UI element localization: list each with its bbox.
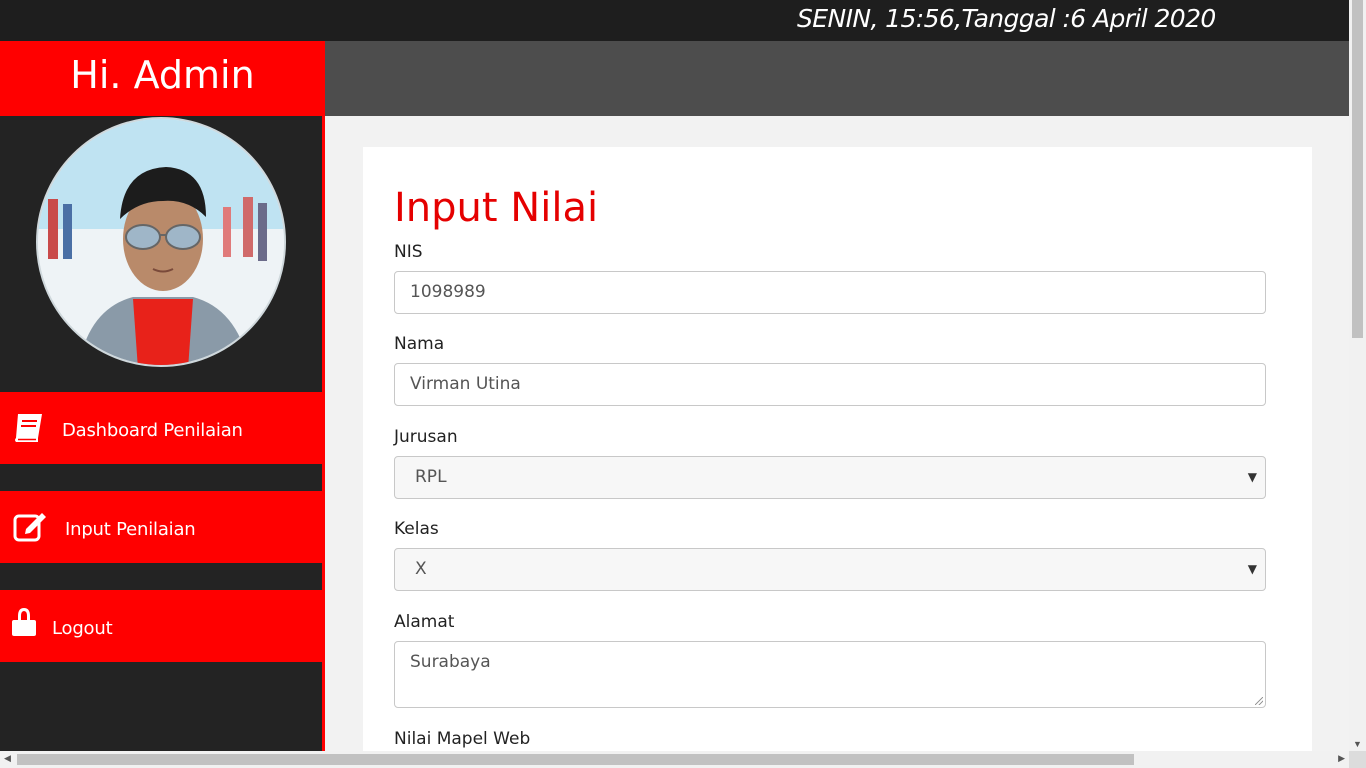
nav-input-penilaian[interactable]: Input Penilaian [0, 491, 322, 563]
chevron-down-icon: ▼ [1247, 470, 1257, 484]
avatar [36, 117, 286, 367]
vertical-scrollbar[interactable]: ▼ [1349, 0, 1366, 751]
alamat-textarea[interactable]: Surabaya [394, 641, 1266, 708]
datetime-display: SENIN, 15:56,Tanggal :6 April 2020 [797, 4, 1216, 33]
sidebar-divider [322, 116, 325, 751]
book-icon [12, 410, 48, 446]
nav-dashboard-label: Dashboard Penilaian [62, 420, 243, 441]
greeting-heading: Hi. Admin [0, 41, 325, 116]
form-card: Input Nilai NIS 1098989 Nama Virman Utin… [363, 147, 1312, 767]
scrollbar-corner [1349, 751, 1366, 768]
lock-icon [12, 608, 48, 644]
kelas-selected-value: X [415, 559, 427, 579]
edit-icon [12, 509, 48, 545]
nis-field[interactable]: 1098989 [394, 271, 1266, 314]
kelas-select[interactable]: X ▼ [394, 548, 1266, 591]
horizontal-scroll-thumb[interactable] [17, 754, 1134, 765]
nav-input-label: Input Penilaian [65, 519, 196, 540]
top-bar: SENIN, 15:56,Tanggal :6 April 2020 [0, 0, 1349, 41]
sidebar: Hi. Admin Dashboard Penilaian Input Peni… [0, 41, 325, 751]
jurusan-selected-value: RPL [415, 467, 447, 487]
jurusan-select[interactable]: RPL ▼ [394, 456, 1266, 499]
nis-label: NIS [394, 242, 423, 262]
jurusan-label: Jurusan [394, 427, 458, 447]
chevron-down-icon: ▼ [1247, 562, 1257, 576]
nav-logout[interactable]: Logout [0, 590, 322, 662]
nav-logout-label: Logout [52, 618, 113, 639]
scroll-right-icon[interactable]: ▶ [1338, 753, 1345, 764]
horizontal-scrollbar[interactable]: ◀ ▶ [0, 751, 1349, 768]
nav-dashboard-penilaian[interactable]: Dashboard Penilaian [0, 392, 322, 464]
header-bar [325, 41, 1349, 116]
scroll-left-icon[interactable]: ◀ [4, 753, 11, 764]
alamat-label: Alamat [394, 612, 455, 632]
alamat-value: Surabaya [410, 652, 491, 672]
page-title: Input Nilai [394, 185, 599, 231]
kelas-label: Kelas [394, 519, 439, 539]
nama-label: Nama [394, 334, 445, 354]
nama-field[interactable]: Virman Utina [394, 363, 1266, 406]
resize-handle[interactable] [1255, 697, 1263, 705]
nilai-web-label: Nilai Mapel Web [394, 729, 531, 749]
vertical-scroll-thumb[interactable] [1352, 0, 1363, 338]
scroll-down-icon[interactable]: ▼ [1353, 739, 1362, 749]
